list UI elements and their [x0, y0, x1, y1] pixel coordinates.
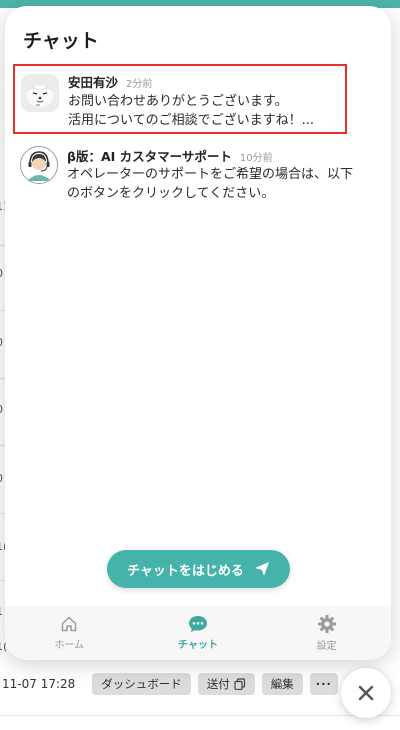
home-icon	[62, 616, 77, 632]
more-options-label: ···	[315, 677, 332, 691]
row-date: 11-07 17:28	[2, 677, 76, 691]
panel-title: チャット	[23, 30, 99, 52]
chat-panel: チャット 安田有沙 2分前 お問い合わせありがとうございます。 活用についてのご…	[5, 6, 391, 660]
sender-name: β版：AI カスタマーサポート	[67, 149, 232, 164]
conversation-item-ai-support[interactable]: β版：AI カスタマーサポート 10分前 オペレーターのサポートをご希望の場合は…	[13, 144, 353, 214]
edit-button[interactable]: 編集	[261, 673, 303, 695]
avatar-image	[21, 74, 59, 112]
start-chat-button[interactable]: チャットをはじめる	[107, 550, 290, 588]
nav-item-chat[interactable]: チャット	[134, 606, 263, 660]
nav-label: チャット	[178, 640, 218, 651]
nav-item-home[interactable]: ホーム	[5, 606, 134, 660]
nav-item-settings[interactable]: 設定	[262, 606, 391, 660]
chat-icon	[189, 616, 207, 632]
message-preview: オペレーターのサポートをご希望の場合は、以下 のボタンをクリックしてください。	[67, 167, 354, 201]
bottom-navigation: ホーム チャット 設定	[5, 606, 391, 660]
message-time: 10分前	[239, 153, 273, 164]
avatar	[21, 74, 59, 112]
conversation-item-yasuda[interactable]: 安田有沙 2分前 お問い合わせありがとうございます。 活用についてのご相談でござ…	[13, 64, 347, 134]
close-icon	[358, 685, 374, 701]
send-icon	[254, 562, 269, 576]
nav-label: ホーム	[54, 640, 85, 651]
copy-icon	[234, 678, 245, 690]
start-chat-label: チャットをはじめる	[127, 563, 244, 579]
more-options-button[interactable]: ···	[309, 673, 338, 695]
edge-mark: 0	[0, 472, 3, 485]
send-button-label: 送付	[206, 677, 230, 691]
gear-icon	[317, 615, 336, 633]
message-time: 2分前	[126, 79, 153, 90]
edit-button-label: 編集	[270, 677, 294, 691]
sender-name: 安田有沙	[68, 75, 119, 90]
background-divider	[0, 715, 400, 716]
close-chat-button[interactable]	[341, 668, 391, 718]
background-table-row: 11-07 17:28 ダッシュボード 送付 編集 ···	[0, 666, 340, 702]
support-agent-icon	[21, 147, 57, 183]
avatar	[20, 146, 58, 184]
edge-mark: 1	[0, 605, 3, 618]
edge-mark: 0	[0, 336, 3, 349]
dashboard-button-label: ダッシュボード	[101, 677, 182, 691]
message-preview: お問い合わせありがとうございます。 活用についてのご相談でございますね！...	[68, 94, 315, 128]
send-button[interactable]: 送付	[197, 673, 255, 695]
edge-mark: 0	[0, 267, 3, 280]
nav-label: 設定	[316, 641, 337, 652]
edge-mark: 0	[0, 403, 3, 416]
dashboard-button[interactable]: ダッシュボード	[92, 673, 191, 695]
